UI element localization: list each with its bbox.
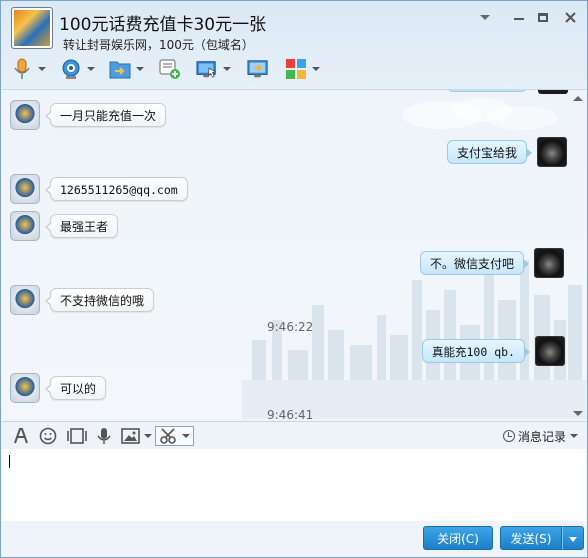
folder-transfer-icon [109,58,131,80]
voice-message-button[interactable] [96,426,112,446]
window-title: 100元话费充值卡30元一张 [59,15,267,35]
contact-message-avatar[interactable] [10,373,40,403]
message-bubble: 不。微信支付吧 [420,251,530,275]
partial-avatar [538,90,568,94]
add-note-icon [159,58,181,80]
my-message-avatar[interactable] [537,137,568,167]
font-icon [14,428,28,444]
image-gallery-button[interactable] [67,426,87,446]
close-button[interactable]: 关闭(C) [423,526,493,550]
message-input[interactable] [2,449,586,521]
add-note-button[interactable] [159,55,181,83]
message-bubble: 支付宝给我 [447,140,533,164]
clock-icon [502,430,515,442]
apps-button[interactable] [285,55,320,83]
chevron-down-icon [569,537,577,542]
scroll-up-icon[interactable] [573,96,583,101]
video-call-button[interactable] [60,55,95,83]
my-message-avatar[interactable] [534,336,565,366]
my-message-avatar[interactable] [534,248,565,278]
emoji-button[interactable] [39,426,57,446]
message-timestamp: 9:46:41 [267,408,314,419]
title-bar: 100元话费充值卡30元一张 转让封哥娱乐网，100元（包域名） [1,1,587,53]
bottom-bar: 关闭(C) 发送(S) [2,521,586,557]
message-history-button[interactable]: 消息记录 [502,426,578,446]
message-item: 不。微信支付吧 [420,248,565,278]
remote-desktop-icon [196,58,218,80]
input-toolbar: 消息记录 [2,421,586,449]
message-bubble: 一月只能充值一次 [44,103,167,127]
message-item: 最强王者 [10,211,119,241]
minimize-icon[interactable] [507,7,531,27]
scroll-down-icon[interactable] [573,411,583,416]
contact-signature: 转让封哥娱乐网，100元（包域名） [63,38,254,52]
message-bubble: 可以的 [44,376,107,400]
microphone-icon [11,58,33,80]
picture-icon [121,428,140,444]
remote-desktop-button[interactable] [196,55,231,83]
chat-window: 100元话费充值卡30元一张 转让封哥娱乐网，100元（包域名） 一月只能充值一… [0,0,588,558]
maximize-icon[interactable] [531,7,555,27]
partial-bubble [447,90,527,92]
text-caret [9,455,10,468]
message-bubble: 真能充100 qb. [422,339,530,363]
file-transfer-button[interactable] [109,55,144,83]
contact-message-avatar[interactable] [10,174,40,204]
message-history-label: 消息记录 [517,429,566,444]
contact-message-avatar[interactable] [10,211,40,241]
contact-message-avatar[interactable] [10,285,40,315]
message-item: 1265511265@qq.com [10,174,188,204]
message-item: 不支持微信的哦 [10,285,155,315]
scissors-icon [160,428,176,444]
contact-avatar[interactable] [11,7,53,49]
voice-call-button[interactable] [11,55,46,83]
message-bubble: 不支持微信的哦 [44,288,155,312]
image-gallery-icon [67,428,87,444]
message-item: 一月只能充值一次 [10,100,167,130]
close-icon[interactable] [558,7,582,27]
send-button[interactable]: 发送(S) [500,526,562,550]
contact-message-avatar[interactable] [10,100,40,130]
message-history[interactable]: 一月只能充值一次 支付宝给我 1265511265@qq.com 最强王者 不。… [2,89,586,419]
emoji-icon [39,427,57,445]
message-bubble: 最强王者 [44,214,119,238]
menu-dropdown-icon[interactable] [473,7,497,27]
apps-grid-icon [285,58,307,80]
scrollbar[interactable] [570,90,586,419]
screen-share-button[interactable] [247,55,269,83]
screen-share-icon [247,58,269,80]
webcam-icon [60,58,82,80]
message-bubble: 1265511265@qq.com [45,177,188,201]
send-options-button[interactable] [562,526,584,550]
message-timestamp: 9:46:22 [267,320,314,334]
screenshot-button[interactable] [155,426,194,446]
voice-icon [97,428,111,444]
font-button[interactable] [12,426,30,446]
send-picture-button[interactable] [121,426,152,446]
chat-toolbar [1,55,587,83]
message-item: 可以的 [10,373,107,403]
message-item: 支付宝给我 [447,137,568,167]
message-item: 真能充100 qb. [422,336,565,366]
